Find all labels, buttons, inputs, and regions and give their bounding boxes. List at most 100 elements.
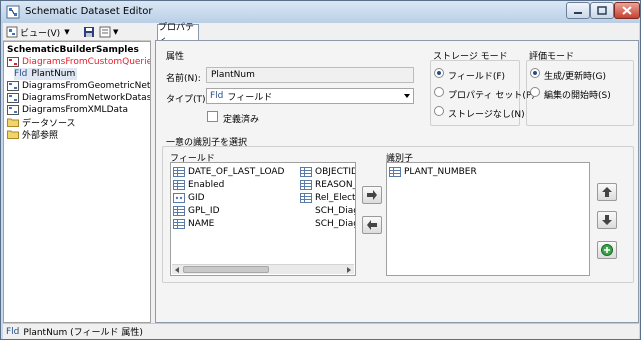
field-name: Rel_Electr [315, 193, 356, 203]
move-up-button[interactable] [597, 183, 617, 201]
tree-item[interactable]: DiagramsFromCustomQueries [7, 56, 151, 68]
name-field[interactable]: PlantNum [206, 67, 414, 83]
folder-icon [7, 118, 19, 127]
arrow-right-icon [367, 190, 377, 200]
tree-item-selected[interactable]: Fld PlantNum [14, 68, 78, 80]
chevron-down-icon [404, 94, 410, 98]
attributes-section-label: 属性 [166, 52, 185, 62]
chevron-down-icon: ▼ [64, 28, 70, 36]
tree-item[interactable]: DiagramsFromXMLData [7, 104, 128, 116]
table-field-icon [173, 206, 185, 216]
list-item[interactable]: NAME [173, 218, 214, 230]
type-label: タイプ(T): [166, 95, 209, 105]
dataset-tree[interactable]: SchematicBuilderSamples DiagramsFromCust… [3, 41, 151, 323]
storage-propertyset-radio[interactable] [434, 87, 444, 97]
table-field-icon [173, 219, 185, 229]
close-icon [622, 6, 632, 15]
list-item[interactable]: Rel_Electr [300, 192, 356, 204]
storage-option-label: プロパティ セット(P) [448, 91, 535, 101]
list-item[interactable]: OBJECTID [300, 166, 356, 178]
eval-edit-start-radio[interactable] [530, 87, 540, 97]
save-icon [84, 27, 94, 37]
diagram-icon [7, 105, 19, 115]
close-button[interactable] [614, 2, 640, 19]
tree-root-label: SchematicBuilderSamples [7, 45, 139, 55]
save-button[interactable] [83, 25, 95, 39]
field-name: GID [188, 193, 205, 203]
eval-option-label: 生成/更新時(G) [544, 72, 607, 82]
scroll-right-icon[interactable] [347, 267, 351, 273]
identifier-listbox[interactable]: PLANT_NUMBER [386, 162, 590, 276]
diagram-icon [7, 93, 19, 103]
field-icon: Fld [210, 91, 224, 101]
status-text: PlantNum (フィールド 属性) [23, 328, 143, 338]
fields-listbox[interactable]: DATE_OF_LAST_LOAD Enabled GID GPL_ID NAM… [170, 162, 356, 276]
remove-from-identifier-button[interactable] [362, 216, 382, 234]
list-item[interactable]: DATE_OF_LAST_LOAD [173, 166, 284, 178]
field-icon: Fld [14, 69, 28, 79]
tree-item-label: DiagramsFromXMLData [22, 105, 129, 115]
tree-root[interactable]: SchematicBuilderSamples [7, 44, 139, 56]
add-to-identifier-button[interactable] [362, 186, 382, 204]
scroll-left-icon[interactable] [175, 267, 179, 273]
tree-item[interactable]: DiagramsFromNetworkDataset [7, 92, 150, 104]
field-name: GPL_ID [188, 206, 220, 216]
list-item[interactable]: PLANT_NUMBER [389, 166, 477, 178]
name-value: PlantNum [211, 70, 255, 80]
table-field-icon [173, 180, 185, 190]
arrow-left-icon [367, 220, 377, 230]
field-name: OBJECTID [315, 167, 356, 177]
tree-item-label: DiagramsFromCustomQueries [22, 57, 151, 67]
client-area: ビュー(V) ▼ ▼ SchematicBuilderSamples Diagr… [3, 23, 639, 339]
list-item[interactable]: Enabled [173, 179, 224, 191]
tree-item[interactable]: DiagramsFromGeometricNetwo [7, 80, 150, 92]
tree-item-label: 外部参照 [22, 130, 59, 141]
diagram-red-icon [7, 57, 19, 67]
view-menu-button[interactable]: ビュー(V) ▼ [6, 25, 70, 39]
left-toolbar: ビュー(V) ▼ ▼ [3, 23, 151, 41]
list-item[interactable]: SCH_Diag [315, 218, 355, 230]
arrow-down-icon [602, 215, 612, 225]
storage-none-radio[interactable] [434, 106, 444, 116]
options-menu-button[interactable]: ▼ [99, 25, 118, 39]
horizontal-scrollbar[interactable] [172, 264, 354, 274]
minimize-button[interactable] [566, 2, 590, 19]
eval-generate-radio[interactable] [530, 68, 540, 78]
diagram-icon [7, 81, 19, 91]
tree-item[interactable]: 外部参照 [7, 128, 59, 141]
storage-option-label: ストレージなし(N) [448, 110, 525, 120]
add-circle-icon [601, 244, 613, 256]
field-name: REASON_ [315, 180, 356, 190]
app-icon [6, 5, 20, 19]
window-title: Schematic Dataset Editor [25, 6, 153, 17]
list-item[interactable]: REASON_ [300, 179, 356, 191]
field-name: SCH_Diag [315, 206, 356, 216]
table-field-icon [300, 180, 312, 190]
table-field-icon [300, 193, 312, 203]
scroll-thumb[interactable] [183, 266, 269, 273]
defined-checkbox[interactable] [207, 111, 218, 122]
list-item[interactable]: SCH_Diag [315, 205, 356, 217]
storage-field-radio[interactable] [434, 68, 444, 78]
maximize-button[interactable] [590, 2, 614, 19]
identifier-name: PLANT_NUMBER [404, 167, 477, 177]
table-field-icon [173, 167, 185, 177]
add-identifier-button[interactable] [597, 241, 617, 259]
tab-properties[interactable]: プロパティ [157, 23, 199, 46]
list-item[interactable]: GID [173, 192, 205, 204]
move-down-button[interactable] [597, 211, 617, 229]
tree-item[interactable]: データソース [7, 116, 76, 129]
properties-pane: プロパティ 属性 名前(N): PlantNum タイプ(T): Fld フィー… [155, 23, 639, 323]
field-icon: Fld [6, 326, 20, 337]
type-value: フィールド [227, 92, 273, 103]
tab-strip: プロパティ [155, 23, 639, 46]
table-field-icon [389, 167, 401, 177]
storage-option-label: フィールド(F) [448, 72, 506, 82]
minimize-icon [574, 11, 582, 14]
title-bar: Schematic Dataset Editor [1, 1, 640, 23]
list-item[interactable]: GPL_ID [173, 205, 220, 217]
view-icon [6, 26, 18, 38]
eval-option-label: 編集の開始時(S) [544, 91, 611, 101]
folder-icon [7, 130, 19, 139]
type-select[interactable]: Fld フィールド [206, 88, 414, 104]
